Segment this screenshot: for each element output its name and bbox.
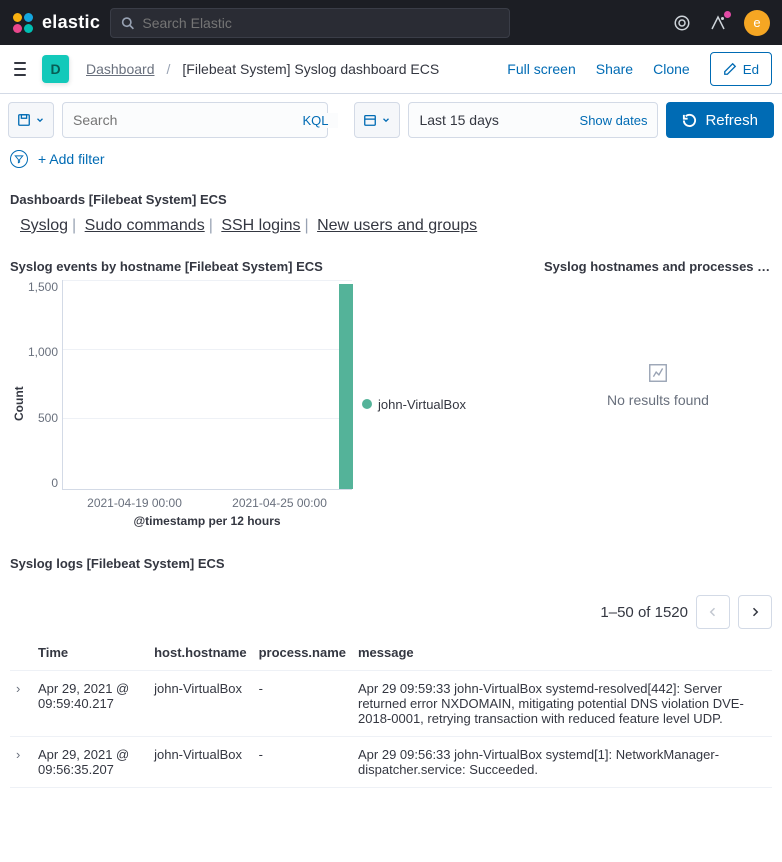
brand-logo[interactable]: elastic xyxy=(12,12,100,34)
share-button[interactable]: Share xyxy=(596,61,633,77)
expand-toggle[interactable]: › xyxy=(16,747,20,762)
cell-msg: Apr 29 09:56:33 john-VirtualBox systemd[… xyxy=(352,737,772,788)
refresh-button[interactable]: Refresh xyxy=(666,102,774,138)
histogram-title: Syslog events by hostname [Filebeat Syst… xyxy=(10,259,530,274)
no-results: No results found xyxy=(544,280,772,490)
show-dates-link[interactable]: Show dates xyxy=(570,113,658,128)
legend-label: john-VirtualBox xyxy=(378,397,466,412)
logs-table: Time host.hostname process.name message … xyxy=(10,635,772,788)
cell-msg: Apr 29 09:59:33 john-VirtualBox systemd-… xyxy=(352,671,772,737)
global-header: elastic e xyxy=(0,0,782,45)
chart-legend[interactable]: john-VirtualBox xyxy=(362,280,466,528)
refresh-label: Refresh xyxy=(705,112,758,129)
chevron-down-icon xyxy=(381,115,391,125)
nav-toggle-button[interactable] xyxy=(10,58,30,80)
query-input-wrap[interactable] xyxy=(62,102,328,138)
dashboard-nav-links: Syslog| Sudo commands| SSH logins| New u… xyxy=(20,217,772,235)
pie-panel: Syslog hostnames and processes [F… No re… xyxy=(544,259,772,528)
global-search-input[interactable] xyxy=(142,15,499,31)
chevron-down-icon xyxy=(35,115,45,125)
fullscreen-button[interactable]: Full screen xyxy=(507,61,575,77)
breadcrumb-root[interactable]: Dashboard xyxy=(86,61,155,77)
pencil-icon xyxy=(723,62,737,76)
no-results-text: No results found xyxy=(607,392,709,408)
cell-host: john-VirtualBox xyxy=(148,671,252,737)
cell-time: Apr 29, 2021 @ 09:56:35.207 xyxy=(32,737,148,788)
funnel-icon xyxy=(14,154,24,164)
nav-sudo[interactable]: Sudo commands xyxy=(85,217,205,234)
legend-dot-icon xyxy=(362,399,372,409)
edit-button[interactable]: Ed xyxy=(710,52,772,86)
breadcrumb-sep: / xyxy=(167,61,171,77)
cell-host: john-VirtualBox xyxy=(148,737,252,788)
chart-plot[interactable] xyxy=(62,280,352,490)
query-lang-toggle[interactable]: KQL xyxy=(292,113,338,128)
add-filter-button[interactable]: + Add filter xyxy=(38,151,105,167)
cell-proc: - xyxy=(253,671,352,737)
date-range-picker[interactable]: Last 15 days Show dates xyxy=(408,102,658,138)
saved-query-button[interactable] xyxy=(8,102,54,138)
col-proc[interactable]: process.name xyxy=(253,635,352,671)
page-prev-button[interactable] xyxy=(696,595,730,629)
page-header: D Dashboard / [Filebeat System] Syslog d… xyxy=(0,45,782,94)
y-axis-label: Count xyxy=(10,280,28,528)
notification-dot-icon xyxy=(724,11,731,18)
pie-title: Syslog hostnames and processes [F… xyxy=(544,259,772,274)
y-axis-ticks: 1,500 1,000 500 0 xyxy=(28,280,62,490)
col-time[interactable]: Time xyxy=(32,635,148,671)
chevron-right-icon xyxy=(749,606,761,618)
col-msg[interactable]: message xyxy=(352,635,772,671)
page-next-button[interactable] xyxy=(738,595,772,629)
disk-icon xyxy=(17,113,31,127)
x-axis-ticks: 2021-04-19 00:00 2021-04-25 00:00 xyxy=(62,496,352,510)
query-bar: KQL Last 15 days Show dates Refresh xyxy=(0,94,782,146)
x-axis-label: @timestamp per 12 hours xyxy=(62,514,352,528)
nav-syslog[interactable]: Syslog xyxy=(20,217,68,234)
date-range-text: Last 15 days xyxy=(409,112,508,128)
edit-label: Ed xyxy=(743,62,759,77)
table-row: › Apr 29, 2021 @ 09:56:35.207 john-Virtu… xyxy=(10,737,772,788)
breadcrumb-current: [Filebeat System] Syslog dashboard ECS xyxy=(182,61,439,77)
chart-bar xyxy=(339,284,353,489)
markdown-title: Dashboards [Filebeat System] ECS xyxy=(10,192,772,207)
filter-options-button[interactable] xyxy=(10,150,28,168)
table-row: › Apr 29, 2021 @ 09:59:40.217 john-Virtu… xyxy=(10,671,772,737)
refresh-icon xyxy=(682,113,697,128)
expand-toggle[interactable]: › xyxy=(16,681,20,696)
global-search[interactable] xyxy=(110,8,510,38)
query-input[interactable] xyxy=(73,112,317,128)
nav-ssh[interactable]: SSH logins xyxy=(221,217,300,234)
cell-proc: - xyxy=(253,737,352,788)
help-icon[interactable] xyxy=(708,13,728,33)
chevron-left-icon xyxy=(707,606,719,618)
calendar-icon xyxy=(363,113,377,127)
brand-name: elastic xyxy=(42,12,100,33)
newsfeed-icon[interactable] xyxy=(672,13,692,33)
col-host[interactable]: host.hostname xyxy=(148,635,252,671)
date-quick-button[interactable] xyxy=(354,102,400,138)
filter-bar: + Add filter xyxy=(0,146,782,178)
avatar[interactable]: e xyxy=(744,10,770,36)
histogram-panel: Syslog events by hostname [Filebeat Syst… xyxy=(10,259,530,528)
pagination-range: 1–50 of 1520 xyxy=(600,604,688,621)
chart-empty-icon xyxy=(647,362,669,384)
cell-time: Apr 29, 2021 @ 09:59:40.217 xyxy=(32,671,148,737)
nav-users[interactable]: New users and groups xyxy=(317,217,477,234)
elastic-logo-icon xyxy=(12,12,34,34)
app-badge[interactable]: D xyxy=(42,55,70,83)
clone-button[interactable]: Clone xyxy=(653,61,690,77)
logs-title: Syslog logs [Filebeat System] ECS xyxy=(10,556,772,571)
search-icon xyxy=(121,16,134,30)
